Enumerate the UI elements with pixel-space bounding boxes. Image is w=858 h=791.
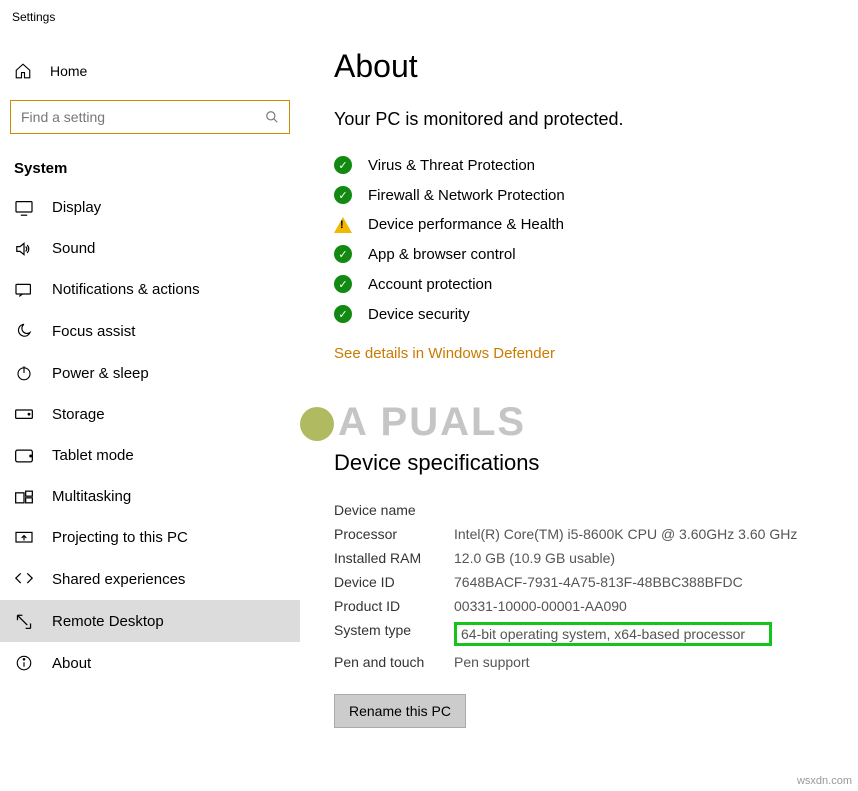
sidebar-item-label: Multitasking bbox=[52, 488, 131, 505]
spec-row-ram: Installed RAM 12.0 GB (10.9 GB usable) bbox=[334, 546, 838, 570]
spec-value: 7648BACF-7931-4A75-813F-48BBC388BFDC bbox=[454, 574, 838, 590]
spec-value-system-type: 64-bit operating system, x64-based proce… bbox=[454, 622, 838, 646]
sidebar-group-system: System bbox=[0, 154, 300, 187]
status-virus-threat: ✓ Virus & Threat Protection bbox=[334, 150, 838, 180]
sidebar-item-display[interactable]: Display bbox=[0, 187, 300, 228]
status-label: Virus & Threat Protection bbox=[368, 157, 535, 174]
multitasking-icon bbox=[14, 489, 34, 505]
sidebar-home-label: Home bbox=[50, 63, 87, 79]
sidebar-item-label: Notifications & actions bbox=[52, 281, 200, 298]
status-firewall: ✓ Firewall & Network Protection bbox=[334, 180, 838, 210]
tablet-icon bbox=[14, 448, 34, 464]
protection-heading: Your PC is monitored and protected. bbox=[334, 109, 838, 130]
spec-row-system-type: System type 64-bit operating system, x64… bbox=[334, 618, 838, 650]
status-label: Firewall & Network Protection bbox=[368, 187, 565, 204]
sidebar-item-label: Shared experiences bbox=[52, 571, 185, 588]
check-icon: ✓ bbox=[334, 245, 352, 263]
warning-icon bbox=[334, 217, 352, 233]
spec-label: Processor bbox=[334, 526, 454, 542]
watermark: A PUALS bbox=[300, 400, 526, 445]
status-device-security: ✓ Device security bbox=[334, 299, 838, 329]
spec-row-device-id: Device ID 7648BACF-7931-4A75-813F-48BBC3… bbox=[334, 570, 838, 594]
status-label: Device security bbox=[368, 306, 470, 323]
sidebar-item-label: Power & sleep bbox=[52, 365, 149, 382]
spec-value bbox=[454, 502, 838, 518]
rename-pc-button[interactable]: Rename this PC bbox=[334, 694, 466, 728]
storage-icon bbox=[14, 408, 34, 422]
sidebar-item-label: About bbox=[52, 655, 91, 672]
sidebar-item-multitasking[interactable]: Multitasking bbox=[0, 476, 300, 517]
sidebar-item-power-sleep[interactable]: Power & sleep bbox=[0, 352, 300, 394]
sidebar-item-about[interactable]: About bbox=[0, 642, 300, 684]
search-container bbox=[10, 100, 290, 134]
power-icon bbox=[14, 364, 34, 382]
shared-icon bbox=[14, 570, 34, 588]
sidebar-item-label: Focus assist bbox=[52, 323, 135, 340]
spec-label: Installed RAM bbox=[334, 550, 454, 566]
sidebar-item-label: Remote Desktop bbox=[52, 613, 164, 630]
sound-icon bbox=[14, 241, 34, 257]
spec-row-device-name: Device name bbox=[334, 498, 838, 522]
sidebar-item-remote-desktop[interactable]: Remote Desktop bbox=[0, 600, 300, 642]
spec-row-processor: Processor Intel(R) Core(TM) i5-8600K CPU… bbox=[334, 522, 838, 546]
sidebar-item-notifications[interactable]: Notifications & actions bbox=[0, 269, 300, 310]
about-icon bbox=[14, 654, 34, 672]
check-icon: ✓ bbox=[334, 186, 352, 204]
spec-label: System type bbox=[334, 622, 454, 646]
sidebar-item-projecting[interactable]: Projecting to this PC bbox=[0, 517, 300, 558]
display-icon bbox=[14, 200, 34, 216]
sidebar-item-tablet-mode[interactable]: Tablet mode bbox=[0, 435, 300, 476]
search-input[interactable] bbox=[21, 109, 265, 125]
spec-value: Pen support bbox=[454, 654, 838, 670]
spec-label: Pen and touch bbox=[334, 654, 454, 670]
sidebar-item-label: Projecting to this PC bbox=[52, 529, 188, 546]
sidebar-home[interactable]: Home bbox=[0, 50, 300, 92]
status-label: App & browser control bbox=[368, 246, 516, 263]
window-title: Settings bbox=[0, 0, 858, 30]
sidebar-item-label: Display bbox=[52, 199, 101, 216]
content-area: About Your PC is monitored and protected… bbox=[300, 30, 858, 791]
sidebar-item-shared-experiences[interactable]: Shared experiences bbox=[0, 558, 300, 600]
spec-row-product-id: Product ID 00331-10000-00001-AA090 bbox=[334, 594, 838, 618]
check-icon: ✓ bbox=[334, 275, 352, 293]
spec-value: 12.0 GB (10.9 GB usable) bbox=[454, 550, 838, 566]
page-title: About bbox=[334, 48, 838, 85]
spec-value: Intel(R) Core(TM) i5-8600K CPU @ 3.60GHz… bbox=[454, 526, 838, 542]
sidebar-item-storage[interactable]: Storage bbox=[0, 394, 300, 435]
status-device-performance: Device performance & Health bbox=[334, 210, 838, 239]
sidebar-item-label: Storage bbox=[52, 406, 105, 423]
check-icon: ✓ bbox=[334, 305, 352, 323]
spec-value: 00331-10000-00001-AA090 bbox=[454, 598, 838, 614]
device-specs-table: Device name Processor Intel(R) Core(TM) … bbox=[334, 498, 838, 674]
search-input-wrapper[interactable] bbox=[10, 100, 290, 134]
credit-text: wsxdn.com bbox=[797, 775, 852, 787]
spec-label: Device name bbox=[334, 502, 454, 518]
spec-row-pen-touch: Pen and touch Pen support bbox=[334, 650, 838, 674]
sidebar: Home System Display Sound Notifications … bbox=[0, 30, 300, 791]
spec-label: Product ID bbox=[334, 598, 454, 614]
remote-desktop-icon bbox=[14, 612, 34, 630]
watermark-icon bbox=[300, 407, 334, 441]
sidebar-item-label: Tablet mode bbox=[52, 447, 134, 464]
sidebar-item-sound[interactable]: Sound bbox=[0, 228, 300, 269]
status-app-browser: ✓ App & browser control bbox=[334, 239, 838, 269]
notifications-icon bbox=[14, 282, 34, 298]
status-label: Device performance & Health bbox=[368, 216, 564, 233]
search-icon bbox=[265, 110, 279, 124]
focus-assist-icon bbox=[14, 322, 34, 340]
spec-label: Device ID bbox=[334, 574, 454, 590]
sidebar-item-focus-assist[interactable]: Focus assist bbox=[0, 310, 300, 352]
device-specs-heading: Device specifications bbox=[334, 450, 838, 476]
status-label: Account protection bbox=[368, 276, 492, 293]
sidebar-item-label: Sound bbox=[52, 240, 95, 257]
projecting-icon bbox=[14, 530, 34, 546]
status-account-protection: ✓ Account protection bbox=[334, 269, 838, 299]
check-icon: ✓ bbox=[334, 156, 352, 174]
defender-link[interactable]: See details in Windows Defender bbox=[334, 345, 555, 362]
system-type-highlight: 64-bit operating system, x64-based proce… bbox=[454, 622, 772, 646]
protection-status-list: ✓ Virus & Threat Protection ✓ Firewall &… bbox=[334, 150, 838, 329]
home-icon bbox=[14, 62, 32, 80]
